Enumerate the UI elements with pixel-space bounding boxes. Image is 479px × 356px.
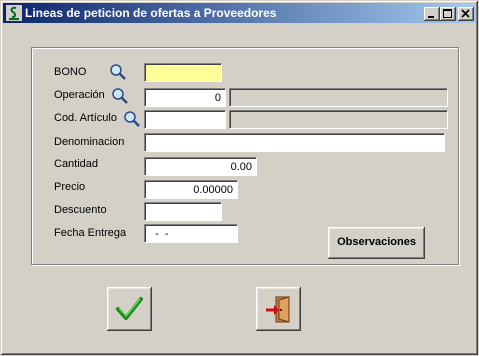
cod-articulo-description-field <box>229 110 448 129</box>
precio-input[interactable]: 0.00000 <box>144 180 238 199</box>
cantidad-input[interactable]: 0.00 <box>144 157 257 176</box>
cod-articulo-label: Cod. Artículo <box>54 112 117 124</box>
operacion-input[interactable]: 0 <box>144 88 226 107</box>
denominacion-input[interactable] <box>144 133 445 152</box>
descuento-input[interactable] <box>144 202 222 221</box>
bono-input[interactable] <box>144 63 222 82</box>
fecha-entrega-input[interactable]: - - <box>144 224 238 243</box>
dialog-window: Lineas de peticion de ofertas a Proveedo… <box>0 0 479 356</box>
exit-door-icon <box>266 296 290 323</box>
close-icon <box>461 9 470 18</box>
cod-articulo-lookup-magnifier-icon[interactable] <box>123 110 141 128</box>
operacion-description-field <box>229 88 448 107</box>
exit-button[interactable] <box>256 287 301 331</box>
fecha-entrega-label: Fecha Entrega <box>54 227 127 239</box>
accept-button[interactable] <box>107 287 152 331</box>
operacion-lookup-magnifier-icon[interactable] <box>111 87 129 105</box>
minimize-icon <box>428 16 434 18</box>
operacion-label: Operación <box>54 89 105 101</box>
cod-articulo-input[interactable] <box>144 110 226 129</box>
precio-label: Precio <box>54 181 86 193</box>
window-title: Lineas de peticion de ofertas a Proveedo… <box>25 6 277 20</box>
minimize-button[interactable] <box>424 7 440 21</box>
denominacion-label: Denominacion <box>54 136 125 148</box>
app-s-icon <box>6 5 22 21</box>
observaciones-button[interactable]: Observaciones <box>328 227 425 259</box>
bono-label: BONO <box>54 66 87 78</box>
bono-lookup-magnifier-icon[interactable] <box>109 63 127 81</box>
maximize-button[interactable] <box>440 7 456 21</box>
title-bar[interactable]: Lineas de peticion de ofertas a Proveedo… <box>3 3 476 23</box>
descuento-label: Descuento <box>54 204 107 216</box>
close-button[interactable] <box>458 7 474 21</box>
maximize-icon <box>443 9 452 18</box>
observaciones-button-label: Observaciones <box>337 236 416 248</box>
checkmark-icon <box>116 297 143 320</box>
cantidad-label: Cantidad <box>54 158 99 170</box>
